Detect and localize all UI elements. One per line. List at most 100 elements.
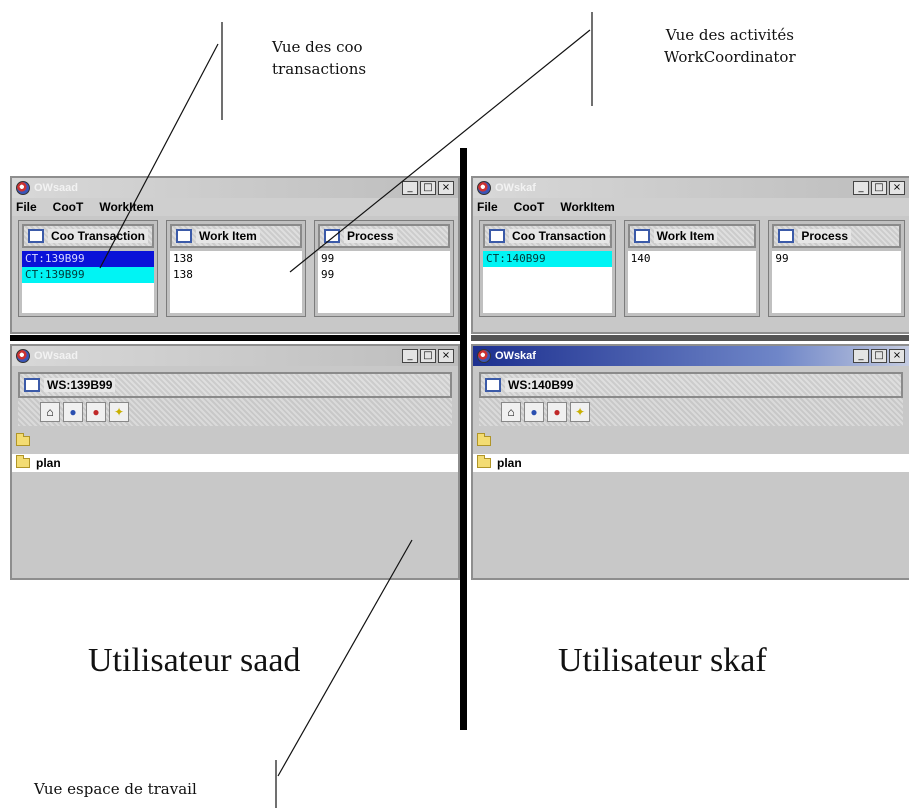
close-icon[interactable]: × bbox=[438, 181, 454, 195]
workspace-tab[interactable]: WS:140B99 bbox=[479, 372, 903, 398]
process-tab[interactable]: Process bbox=[318, 224, 450, 248]
star-icon[interactable]: ✦ bbox=[570, 402, 590, 422]
taskbar-strip bbox=[471, 335, 909, 341]
home-icon[interactable]: ⌂ bbox=[501, 402, 521, 422]
process-list: 99 bbox=[772, 251, 902, 313]
tab-label: WS:140B99 bbox=[505, 378, 577, 392]
minimize-icon[interactable]: _ bbox=[853, 349, 869, 363]
menu-bar: File CooT WorkItem bbox=[12, 198, 458, 216]
work-item-tab[interactable]: Work Item bbox=[627, 224, 757, 248]
maximize-icon[interactable]: □ bbox=[420, 181, 436, 195]
root-folder-row[interactable] bbox=[473, 432, 909, 450]
folder-icon bbox=[16, 433, 30, 446]
minimize-icon[interactable]: _ bbox=[402, 349, 418, 363]
list-item[interactable]: 138 bbox=[170, 251, 302, 267]
star-icon[interactable]: ✦ bbox=[109, 402, 129, 422]
panel-icon bbox=[176, 229, 192, 243]
app-icon bbox=[16, 181, 30, 195]
left-workspace-window: OWsaad _ □ × WS:139B99 ⌂ ● ● ✦ plan bbox=[10, 344, 460, 580]
menu-file[interactable]: File bbox=[477, 200, 498, 214]
list-item[interactable]: CT:139B99 bbox=[22, 251, 154, 267]
list-item[interactable]: 99 bbox=[318, 251, 450, 267]
right-workspace-window: OWskaf _ □ × WS:140B99 ⌂ ● ● ✦ plan bbox=[471, 344, 909, 580]
maximize-icon[interactable]: □ bbox=[420, 349, 436, 363]
close-icon[interactable]: × bbox=[889, 349, 905, 363]
list-item[interactable]: CT:140B99 bbox=[483, 251, 612, 267]
tab-label: Coo Transaction bbox=[509, 229, 610, 243]
list-item[interactable]: 138 bbox=[170, 267, 302, 283]
process-panel: Process 99 bbox=[768, 220, 906, 317]
user-label-skaf: Utilisateur skaf bbox=[558, 642, 767, 679]
folder-row-plan[interactable]: plan bbox=[12, 454, 458, 472]
tab-label: Coo Transaction bbox=[48, 229, 149, 243]
workspace-view-annotation: Vue espace de travail bbox=[34, 780, 197, 798]
folder-icon bbox=[477, 433, 491, 446]
annotation-line: Vue des coo bbox=[272, 38, 363, 56]
folder-label: plan bbox=[497, 456, 522, 470]
tab-label: Process bbox=[344, 229, 397, 243]
close-icon[interactable]: × bbox=[889, 181, 905, 195]
process-list: 99 99 bbox=[318, 251, 450, 313]
menu-file[interactable]: File bbox=[16, 200, 37, 214]
panel-icon bbox=[24, 378, 40, 392]
app-icon bbox=[16, 349, 30, 363]
list-item[interactable]: CT:139B99 bbox=[22, 267, 154, 283]
close-icon[interactable]: × bbox=[438, 349, 454, 363]
panel-icon bbox=[28, 229, 44, 243]
title-bar[interactable]: OWsaad _ □ × bbox=[12, 178, 458, 198]
workspace-toolbar: ⌂ ● ● ✦ bbox=[18, 398, 452, 426]
tab-label: Work Item bbox=[653, 229, 718, 243]
panels: Coo Transaction CT:139B99 CT:139B99 Work… bbox=[12, 216, 458, 321]
panels: Coo Transaction CT:140B99 Work Item 140 … bbox=[473, 216, 909, 321]
tab-label: Work Item bbox=[196, 229, 260, 243]
menu-workitem[interactable]: WorkItem bbox=[99, 200, 153, 214]
user-blue-icon[interactable]: ● bbox=[63, 402, 83, 422]
title-bar[interactable]: OWskaf _ □ × bbox=[473, 346, 909, 366]
app-icon bbox=[477, 181, 491, 195]
menu-workitem[interactable]: WorkItem bbox=[560, 200, 614, 214]
list-item[interactable]: 99 bbox=[318, 267, 450, 283]
annotation-line: transactions bbox=[272, 60, 367, 78]
home-icon[interactable]: ⌂ bbox=[40, 402, 60, 422]
coo-transaction-tab[interactable]: Coo Transaction bbox=[22, 224, 154, 248]
list-item[interactable]: 140 bbox=[628, 251, 757, 267]
work-item-panel: Work Item 138 138 bbox=[166, 220, 306, 317]
maximize-icon[interactable]: □ bbox=[871, 181, 887, 195]
work-item-list: 138 138 bbox=[170, 251, 302, 313]
panel-icon bbox=[778, 229, 795, 243]
panel-icon bbox=[485, 378, 501, 392]
folder-row-plan[interactable]: plan bbox=[473, 454, 909, 472]
window-title: OWskaf bbox=[495, 182, 536, 194]
process-tab[interactable]: Process bbox=[772, 224, 902, 248]
annotation-line: WorkCoordinator bbox=[664, 48, 796, 66]
menu-coot[interactable]: CooT bbox=[514, 200, 545, 214]
annotation-line: Vue des activités bbox=[665, 26, 794, 44]
left-coo-window: OWsaad _ □ × File CooT WorkItem Coo Tran… bbox=[10, 176, 460, 334]
title-bar[interactable]: OWsaad _ □ × bbox=[12, 346, 458, 366]
title-bar[interactable]: OWskaf _ □ × bbox=[473, 178, 909, 198]
root-folder-row[interactable] bbox=[12, 432, 458, 450]
user-red-icon[interactable]: ● bbox=[86, 402, 106, 422]
folder-icon bbox=[477, 455, 491, 468]
window-title: OWsaad bbox=[34, 182, 79, 194]
user-blue-icon[interactable]: ● bbox=[524, 402, 544, 422]
tab-label: Process bbox=[798, 229, 852, 243]
list-item[interactable]: 99 bbox=[772, 251, 901, 267]
user-divider bbox=[460, 148, 467, 730]
minimize-icon[interactable]: _ bbox=[853, 181, 869, 195]
minimize-icon[interactable]: _ bbox=[402, 181, 418, 195]
app-icon bbox=[477, 349, 491, 363]
maximize-icon[interactable]: □ bbox=[871, 349, 887, 363]
workspace-tab[interactable]: WS:139B99 bbox=[18, 372, 452, 398]
coo-transaction-panel: Coo Transaction CT:139B99 CT:139B99 bbox=[18, 220, 158, 317]
menu-bar: File CooT WorkItem bbox=[473, 198, 909, 216]
menu-coot[interactable]: CooT bbox=[53, 200, 84, 214]
panel-icon bbox=[324, 229, 340, 243]
window-title: OWskaf bbox=[495, 350, 536, 362]
coo-transaction-tab[interactable]: Coo Transaction bbox=[483, 224, 612, 248]
panel-icon bbox=[489, 229, 505, 243]
work-item-tab[interactable]: Work Item bbox=[170, 224, 302, 248]
folder-icon bbox=[16, 455, 30, 468]
user-red-icon[interactable]: ● bbox=[547, 402, 567, 422]
coo-transaction-list: CT:139B99 CT:139B99 bbox=[22, 251, 154, 313]
